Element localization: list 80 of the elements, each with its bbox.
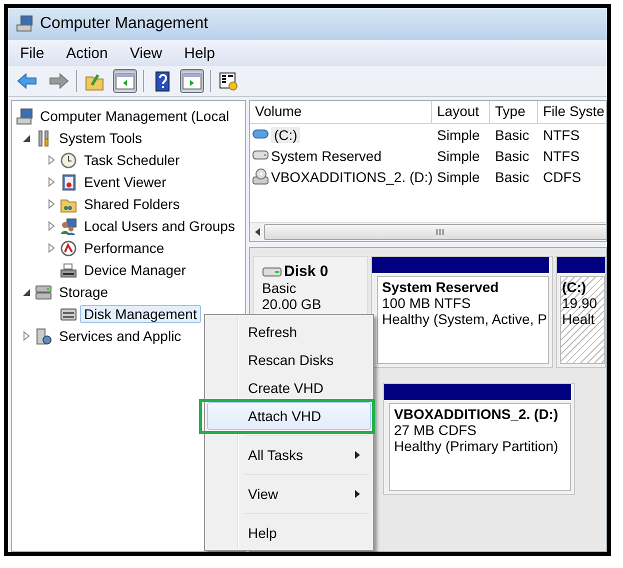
table-cell[interactable]: System Reserved <box>271 148 382 164</box>
computer-icon <box>16 15 34 33</box>
partition-detail: 27 MB CDFS <box>394 422 478 438</box>
table-cell-text: NTFS <box>542 148 581 164</box>
properties-icon <box>218 70 240 92</box>
table-cell-text: NTFS <box>542 126 581 142</box>
partition-detail: 19.90 <box>562 295 598 311</box>
expanded-arrow-icon[interactable] <box>22 287 32 297</box>
disk-detail: Basic <box>262 280 298 296</box>
partition-detail: 100 MB NTFS <box>382 295 472 311</box>
expanded-arrow-icon[interactable] <box>22 133 32 143</box>
table-cell-text: Simple <box>436 168 481 184</box>
clock-icon <box>60 152 77 168</box>
tree-item[interactable]: Storage <box>55 283 112 301</box>
tree-item[interactable]: System Tools <box>55 129 146 147</box>
tree-item[interactable]: Task Scheduler <box>80 151 184 169</box>
window-title: Computer Management <box>40 15 208 33</box>
collapsed-arrow-icon[interactable] <box>22 331 32 341</box>
disk-detail: 20.00 GB <box>262 296 322 312</box>
column-header[interactable]: Layout <box>432 101 490 123</box>
cd-drive-icon <box>252 168 269 185</box>
collapsed-arrow-icon[interactable] <box>47 177 57 187</box>
table-cell-text: Simple <box>436 148 481 164</box>
partition-card[interactable]: System Reserved 100 MB NTFS Healthy (System, Active, P <box>371 256 553 368</box>
table-cell-text: Basic <box>494 148 530 164</box>
scrollbar-thumb[interactable] <box>264 224 606 240</box>
partition-name: VBOXADDITIONS_2. (D:) <box>394 406 560 422</box>
tree-item[interactable]: Shared Folders <box>80 195 184 213</box>
disk-drive-icon <box>60 306 77 322</box>
menu-item[interactable]: File <box>20 44 44 62</box>
collapsed-arrow-icon[interactable] <box>47 243 57 253</box>
menu-item[interactable]: Refresh <box>207 318 371 346</box>
menu-item[interactable]: Create VHD <box>207 374 371 402</box>
tree-item[interactable]: Event Viewer <box>80 173 170 191</box>
table-cell-text: Basic <box>494 126 530 142</box>
back-arrow-icon <box>17 70 39 92</box>
printer-icon <box>60 262 77 278</box>
tree-item[interactable]: Computer Management (Local <box>36 107 234 125</box>
partition-detail: Healt <box>562 311 596 327</box>
forward-arrow-icon <box>47 70 69 92</box>
menu-item[interactable]: All Tasks <box>207 441 371 469</box>
tree-item[interactable]: Local Users and Groups <box>80 217 239 235</box>
table-cell-text: Basic <box>494 168 530 184</box>
table-cell-text: Simple <box>436 126 481 142</box>
partition-detail: Healthy (Primary Partition) <box>394 438 560 454</box>
menu-item[interactable]: View <box>207 480 371 508</box>
collapsed-arrow-icon[interactable] <box>47 199 57 209</box>
table-cell[interactable]: (C:) <box>271 126 300 142</box>
menu-item[interactable]: Help <box>184 44 215 62</box>
collapsed-arrow-icon[interactable] <box>47 155 57 165</box>
users-icon <box>60 218 77 234</box>
tree-item[interactable]: Performance <box>80 239 168 257</box>
tree-item[interactable]: Disk Management <box>80 305 201 323</box>
disk-drive-icon <box>262 266 282 278</box>
partition-card[interactable]: VBOXADDITIONS_2. (D:) 27 MB CDFS Healthy (Primary Partition) <box>383 383 575 495</box>
column-header[interactable]: Type <box>490 101 538 123</box>
column-header[interactable]: Volume <box>250 101 432 123</box>
disk-name: Disk 0 <box>284 263 328 280</box>
tree-item[interactable]: Device Manager <box>80 261 190 279</box>
computer-icon <box>16 108 33 124</box>
partition-card[interactable]: (C:) 19.90 Healt <box>556 256 606 368</box>
pane-icon <box>114 70 136 92</box>
grip-icon <box>436 229 444 235</box>
partition-header-bar <box>557 257 605 273</box>
menu-item[interactable]: Rescan Disks <box>207 346 371 374</box>
storage-icon <box>35 284 52 300</box>
column-header[interactable]: File Syste <box>538 101 606 123</box>
scroll-left-icon <box>254 228 260 236</box>
partition-detail: Healthy (System, Active, P <box>382 311 544 327</box>
menu-item[interactable]: Action <box>66 44 108 62</box>
tree-item[interactable]: Services and Applic <box>55 327 186 345</box>
partition-name: System Reserved <box>382 279 500 295</box>
table-cell[interactable]: VBOXADDITIONS_2. (D:) <box>271 168 432 184</box>
menu-item[interactable]: View <box>130 44 162 62</box>
menu-item[interactable]: Help <box>207 519 371 547</box>
book-icon <box>60 174 77 190</box>
table-cell-text: CDFS <box>542 168 582 184</box>
collapsed-arrow-icon[interactable] <box>47 221 57 231</box>
partition-name: (C:) <box>562 279 588 295</box>
pane-icon <box>181 70 203 92</box>
